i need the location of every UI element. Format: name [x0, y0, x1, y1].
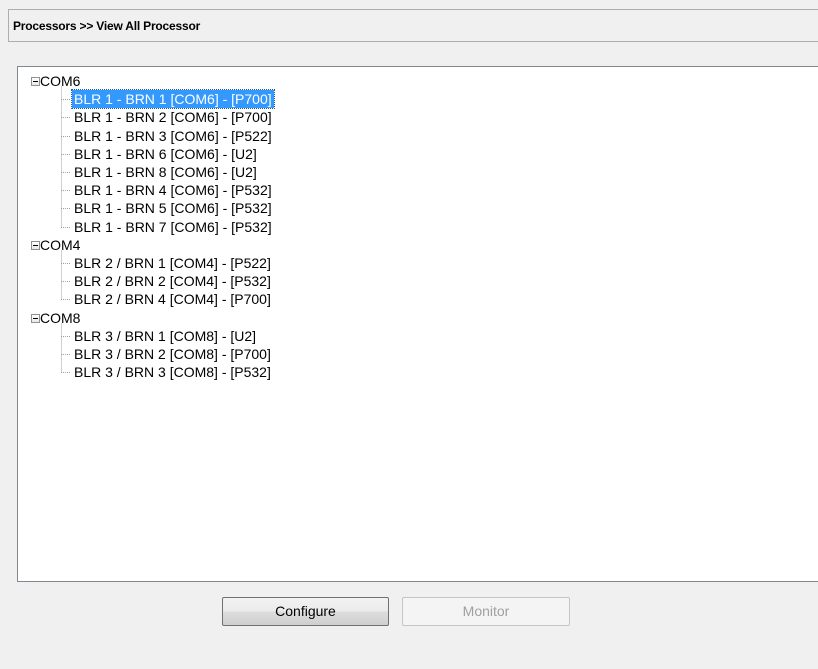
tree-child-node[interactable]: BLR 2 / BRN 4 [COM4] - [P700]: [72, 290, 273, 308]
header-bar: Processors >> View All Processor: [8, 9, 818, 42]
tree-child-node[interactable]: BLR 1 - BRN 5 [COM6] - [P532]: [72, 199, 274, 217]
tree-child-node[interactable]: BLR 3 / BRN 1 [COM8] - [U2]: [72, 327, 258, 345]
tree-child-node[interactable]: BLR 3 / BRN 3 [COM8] - [P532]: [72, 363, 273, 381]
tree-child-node[interactable]: BLR 1 - BRN 3 [COM6] - [P522]: [72, 127, 274, 145]
tree-child-node[interactable]: BLR 1 - BRN 8 [COM6] - [U2]: [72, 163, 259, 181]
configure-button[interactable]: Configure: [222, 597, 389, 626]
tree-child-node[interactable]: BLR 1 - BRN 4 [COM6] - [P532]: [72, 181, 274, 199]
tree-child-node[interactable]: BLR 2 / BRN 1 [COM4] - [P522]: [72, 254, 273, 272]
processor-view-window: Processors >> View All Processor COM6 BLR…: [0, 0, 818, 669]
monitor-button: Monitor: [402, 597, 570, 626]
tree-child-node[interactable]: BLR 3 / BRN 2 [COM8] - [P700]: [72, 345, 273, 363]
tree-root-node[interactable]: COM8: [38, 309, 82, 327]
tree-child-node[interactable]: BLR 1 - BRN 2 [COM6] - [P700]: [72, 108, 274, 126]
tree-child-node-selected[interactable]: BLR 1 - BRN 1 [COM6] - [P700]: [71, 89, 275, 110]
processor-tree[interactable]: COM6 BLR 1 - BRN 1 [COM6] - [P700] BLR 1 -…: [17, 66, 818, 582]
tree-child-node[interactable]: BLR 2 / BRN 2 [COM4] - [P532]: [72, 272, 273, 290]
tree-child-node[interactable]: BLR 1 - BRN 7 [COM6] - [P532]: [72, 218, 274, 236]
page-title: Processors >> View All Processor: [13, 19, 201, 33]
tree-root-node[interactable]: COM4: [38, 236, 82, 254]
tree-root-node[interactable]: COM6: [38, 72, 82, 90]
tree-child-node[interactable]: BLR 1 - BRN 6 [COM6] - [U2]: [72, 145, 259, 163]
